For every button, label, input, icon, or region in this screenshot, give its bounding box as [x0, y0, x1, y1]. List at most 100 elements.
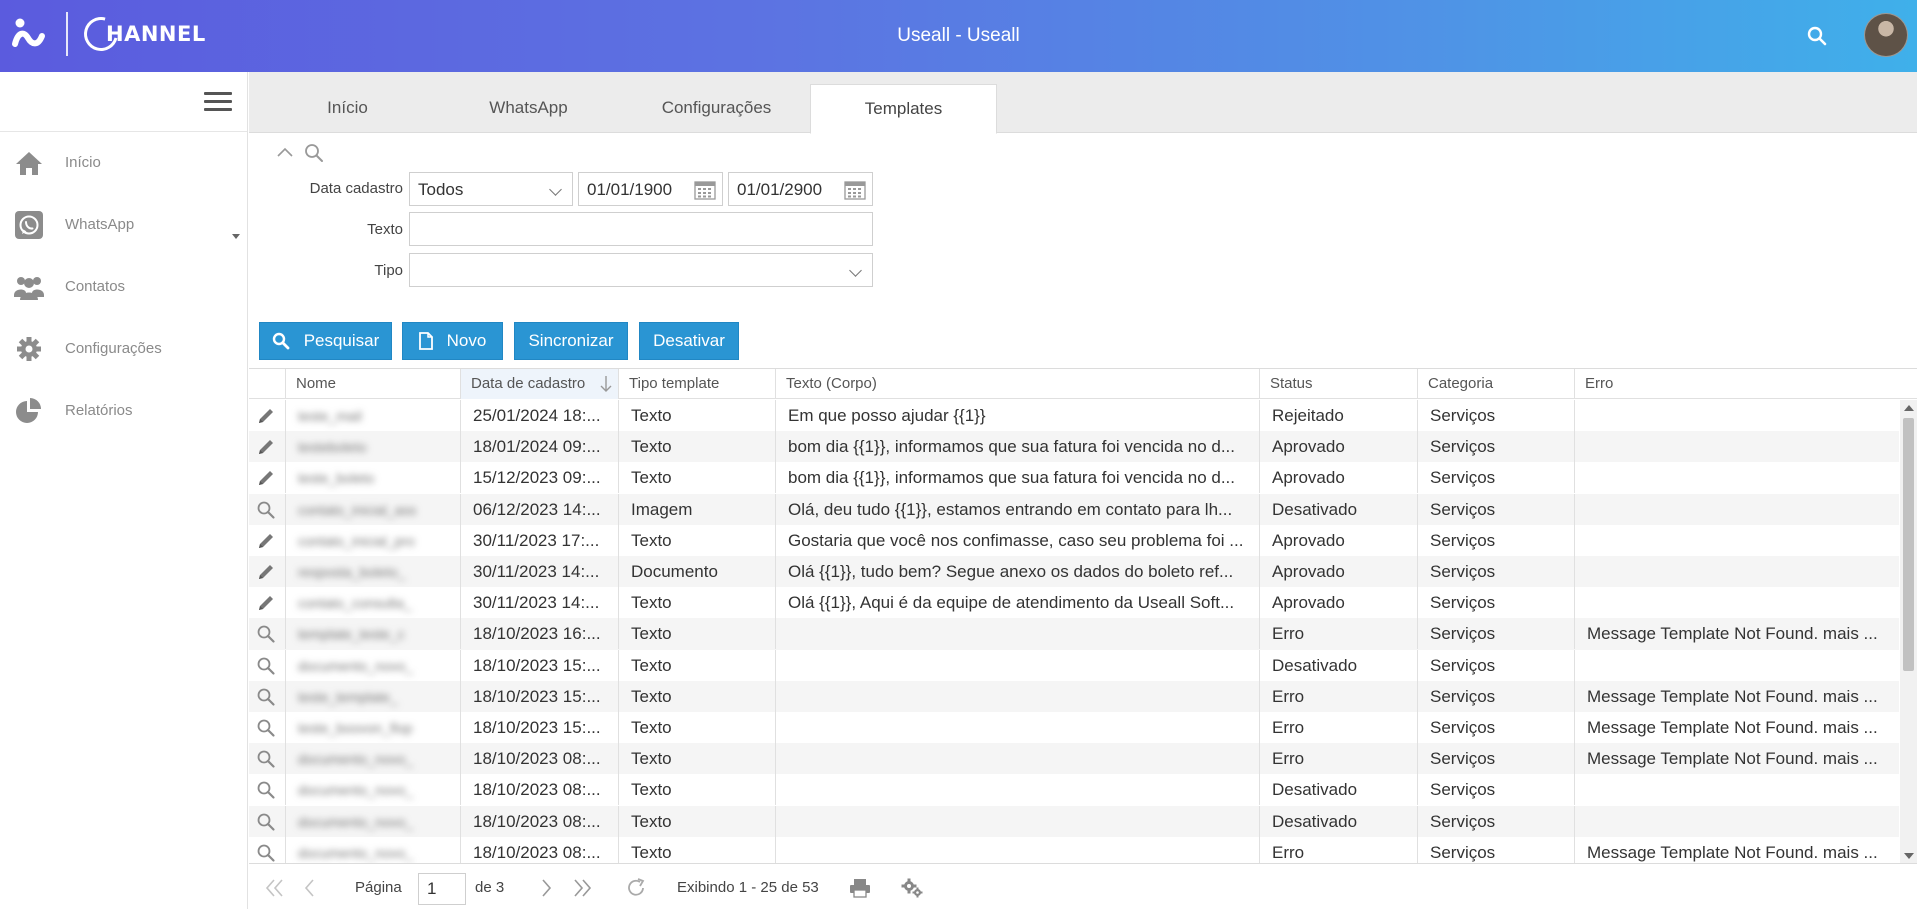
last-page-icon[interactable]: [571, 878, 593, 898]
column-header-erro[interactable]: Erro: [1574, 369, 1917, 399]
column-header-status[interactable]: Status: [1259, 369, 1417, 399]
hamburger-menu-icon[interactable]: [204, 92, 232, 112]
table-row[interactable]: documento_novo_ 18/10/2023 08:... Texto Err…: [249, 836, 1899, 864]
edit-pencil-icon[interactable]: [249, 525, 285, 556]
table-row[interactable]: contato_inicial_pro 30/11/2023 17:... Text…: [249, 524, 1899, 556]
cell-categoria: Serviços: [1417, 743, 1574, 775]
view-magnifier-icon[interactable]: [249, 650, 285, 681]
cell-tipo-template: Texto: [618, 743, 775, 775]
page-number-input[interactable]: 1: [418, 873, 466, 905]
previous-page-icon[interactable]: [299, 878, 321, 898]
calendar-icon[interactable]: [844, 180, 866, 200]
view-magnifier-icon[interactable]: [249, 837, 285, 864]
cell-erro: Message Template Not Found. mais ...: [1574, 680, 1899, 712]
view-magnifier-icon[interactable]: [249, 743, 285, 774]
table-row[interactable]: contato_inicial_ass 06/12/2023 14:... Imag…: [249, 493, 1899, 525]
edit-pencil-icon[interactable]: [249, 587, 285, 618]
tab-whatsapp[interactable]: WhatsApp: [435, 84, 622, 133]
novo-button[interactable]: Novo: [402, 322, 503, 360]
data-cadastro-select[interactable]: Todos: [409, 172, 573, 206]
user-avatar[interactable]: [1864, 13, 1908, 57]
vertical-scrollbar[interactable]: [1900, 400, 1917, 864]
edit-pencil-icon[interactable]: [249, 431, 285, 462]
table-row[interactable]: template_teste_c 18/10/2023 16:... Texto Er…: [249, 618, 1899, 650]
first-page-icon[interactable]: [264, 878, 286, 898]
view-magnifier-icon[interactable]: [249, 774, 285, 805]
sidebar-item-inicio[interactable]: Início: [0, 132, 247, 194]
date-from-field[interactable]: 01/01/1900: [578, 172, 723, 206]
table-row[interactable]: documento_novo_ 18/10/2023 15:... Texto Des…: [249, 649, 1899, 681]
column-header-tipo-template[interactable]: Tipo template: [618, 369, 775, 399]
edit-pencil-icon[interactable]: [249, 400, 285, 431]
table-row[interactable]: teste_mail 25/01/2024 18:... Texto Em que p…: [249, 400, 1899, 431]
cell-texto-corpo: [775, 712, 1259, 743]
edit-pencil-icon[interactable]: [249, 462, 285, 493]
tipo-select[interactable]: [409, 253, 873, 287]
table-row[interactable]: teste_boleto 15/12/2023 09:... Texto bom di…: [249, 462, 1899, 494]
cell-status: Desativado: [1259, 649, 1417, 681]
table-row[interactable]: resposta_boleto_ 30/11/2023 14:... Documen…: [249, 556, 1899, 588]
table-row[interactable]: documento_novo_ 18/10/2023 08:... Texto Err…: [249, 743, 1899, 775]
table-row[interactable]: documento_novo_ 18/10/2023 08:... Texto Des…: [249, 805, 1899, 837]
scroll-up-icon[interactable]: [1904, 405, 1914, 411]
refresh-icon[interactable]: [626, 878, 648, 898]
column-header-nome[interactable]: Nome: [285, 369, 460, 399]
caret-down-icon[interactable]: [232, 234, 240, 239]
tab-templates[interactable]: Templates: [810, 84, 997, 134]
blurred-name-text: template_teste_c: [298, 626, 405, 643]
sidebar-item-contatos[interactable]: Contatos: [0, 256, 247, 318]
cell-erro: Message Template Not Found. mais ...: [1574, 618, 1899, 650]
cell-texto-corpo: [775, 680, 1259, 712]
table-row[interactable]: documento_novo_ 18/10/2023 08:... Texto Des…: [249, 774, 1899, 806]
table-row[interactable]: teste_template_ 18/10/2023 15:... Texto Err…: [249, 680, 1899, 712]
view-magnifier-icon[interactable]: [249, 806, 285, 837]
view-magnifier-icon[interactable]: [249, 712, 285, 743]
cell-texto-corpo: [775, 836, 1259, 864]
cell-status: Aprovado: [1259, 462, 1417, 494]
table-row[interactable]: teste_boovon_flop 18/10/2023 15:... Texto E…: [249, 712, 1899, 743]
pesquisar-button[interactable]: Pesquisar: [259, 322, 392, 360]
sincronizar-button[interactable]: Sincronizar: [514, 322, 628, 360]
view-magnifier-icon[interactable]: [249, 681, 285, 712]
table-row[interactable]: contato_consulta_ 30/11/2023 14:... Texto O…: [249, 587, 1899, 619]
cell-tipo-template: Imagem: [618, 493, 775, 525]
table-row[interactable]: testeboleto 18/01/2024 09:... Texto bom dia…: [249, 431, 1899, 463]
column-header-data-cadastro[interactable]: Data de cadastro: [460, 369, 618, 399]
cell-categoria: Serviços: [1417, 556, 1574, 587]
texto-input[interactable]: [409, 212, 873, 246]
cell-tipo-template: Texto: [618, 712, 775, 743]
tab-inicio[interactable]: Início: [254, 84, 441, 133]
cell-texto-corpo: [775, 618, 1259, 650]
cell-texto-corpo: Olá {{1}}, Aqui é da equipe de atendimen…: [775, 587, 1259, 619]
cell-status: Aprovado: [1259, 431, 1417, 463]
cell-tipo-template: Texto: [618, 774, 775, 806]
search-icon[interactable]: [1806, 25, 1828, 47]
tab-configuracoes[interactable]: Configurações: [623, 84, 810, 133]
chevron-down-icon: [849, 264, 862, 277]
date-from-value: 01/01/1900: [587, 180, 673, 199]
sidebar-item-whatsapp[interactable]: WhatsApp: [0, 194, 247, 256]
print-icon[interactable]: [849, 878, 871, 898]
desativar-button[interactable]: Desativar: [639, 322, 739, 360]
pager-summary: Exibindo 1 - 25 de 53: [677, 879, 819, 896]
view-magnifier-icon[interactable]: [249, 618, 285, 649]
scrollbar-thumb[interactable]: [1903, 418, 1914, 671]
edit-pencil-icon[interactable]: [249, 556, 285, 587]
view-magnifier-icon[interactable]: [249, 494, 285, 525]
cell-nome: documento_novo_: [285, 836, 460, 864]
action-column-header: [249, 369, 285, 399]
cell-texto-corpo: bom dia {{1}}, informamos que sua fatura…: [775, 462, 1259, 494]
cell-nome: contato_inicial_ass: [285, 493, 460, 525]
settings-icon[interactable]: [901, 878, 923, 898]
column-header-texto-corpo[interactable]: Texto (Corpo): [775, 369, 1259, 399]
chevron-up-icon[interactable]: [276, 146, 294, 158]
sidebar-item-configuracoes[interactable]: Configurações: [0, 318, 247, 380]
sidebar-item-relatorios[interactable]: Relatórios: [0, 380, 247, 442]
column-header-categoria[interactable]: Categoria: [1417, 369, 1574, 399]
calendar-icon[interactable]: [694, 180, 716, 200]
cell-tipo-template: Texto: [618, 431, 775, 463]
cell-data-cadastro: 18/10/2023 15:...: [460, 649, 618, 681]
scroll-down-icon[interactable]: [1904, 853, 1914, 859]
next-page-icon[interactable]: [535, 878, 557, 898]
date-to-field[interactable]: 01/01/2900: [728, 172, 873, 206]
